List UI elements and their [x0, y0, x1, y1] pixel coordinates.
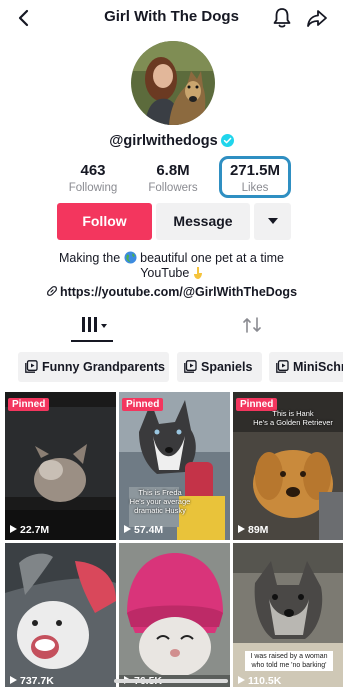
profile-link[interactable]: https://youtube.com/@GirlWithTheDogs: [0, 285, 343, 299]
bio-text-after: beautiful one pet at a time: [140, 251, 284, 265]
content-tabs: [0, 308, 343, 342]
playlist-chip-spaniels[interactable]: Spaniels: [177, 352, 262, 382]
play-icon: [238, 525, 245, 533]
video-view-count: 89M: [238, 524, 268, 536]
video-views-text: 57.4M: [134, 524, 164, 536]
stat-following[interactable]: 463 Following: [53, 162, 133, 196]
video-thumbnail[interactable]: Pinned This is Freda He's your average d…: [119, 392, 230, 540]
playlist-icon: [25, 360, 38, 373]
following-count: 463: [80, 162, 106, 179]
bell-icon[interactable]: [272, 7, 292, 29]
playlist-chip-label: MiniSchn: [293, 360, 343, 374]
avatar[interactable]: [131, 41, 215, 125]
bio-line-2: YouTube: [40, 265, 303, 281]
pinned-badge: Pinned: [8, 398, 50, 411]
video-thumbnail[interactable]: I was raised by a woman who told me 'no …: [233, 543, 343, 687]
profile-header: Girl With The Dogs: [0, 0, 343, 36]
likes-label: Likes: [241, 182, 269, 194]
video-views-text: 22.7M: [20, 524, 50, 536]
video-view-count: 110.5K: [238, 675, 281, 687]
tab-videos-grid-icon[interactable]: [82, 316, 110, 334]
video-caption: I was raised by a woman who told me 'no …: [245, 651, 333, 671]
play-icon: [10, 676, 17, 684]
video-thumbnail[interactable]: 76.5K: [119, 543, 230, 687]
video-caption: This is Freda He's your average dramatic…: [129, 488, 191, 515]
video-thumbnail[interactable]: Pinned This is Hank He's a Golden Retrie…: [233, 392, 343, 540]
playlist-chip-label: Spaniels: [201, 360, 253, 374]
video-views-text: 89M: [248, 524, 269, 536]
stat-followers[interactable]: 6.8M Followers: [133, 162, 213, 196]
playlist-icon: [276, 360, 289, 373]
follow-button[interactable]: Follow: [57, 203, 152, 240]
followers-count: 6.8M: [156, 162, 190, 179]
bio-youtube-text: YouTube: [140, 266, 190, 280]
username-text: @girlwithedogs: [109, 133, 218, 149]
followers-label: Followers: [148, 182, 198, 194]
video-caption: This is Hank He's a Golden Retriever: [253, 409, 333, 427]
pinned-badge: Pinned: [122, 398, 164, 411]
play-icon: [238, 676, 245, 684]
video-thumbnail-image: [119, 392, 230, 540]
caret-down-icon: [268, 218, 278, 224]
play-icon: [10, 525, 17, 533]
video-view-count: 57.4M: [124, 524, 163, 536]
active-tab-indicator: [71, 340, 113, 342]
pointing-down-emoji-icon: [193, 267, 202, 279]
playlist-chip-minischn[interactable]: MiniSchn: [269, 352, 343, 382]
avatar-photo: [131, 41, 215, 125]
video-thumbnail-image: [119, 543, 230, 687]
play-icon: [124, 525, 131, 533]
tab-repost-icon[interactable]: [242, 316, 262, 334]
playlist-icon: [184, 360, 197, 373]
username: @girlwithedogs: [0, 133, 343, 149]
share-arrow-icon[interactable]: [306, 7, 328, 29]
video-view-count: 22.7M: [10, 524, 49, 536]
more-options-button[interactable]: [254, 203, 291, 240]
link-icon: [46, 286, 57, 296]
video-views-text: 110.5K: [248, 675, 282, 687]
video-thumbnail[interactable]: Pinned 22.7M: [5, 392, 116, 540]
likes-count: 271.5M: [229, 162, 281, 179]
video-thumbnail-image: [5, 392, 116, 540]
verified-badge-icon: [220, 134, 234, 147]
globe-emoji-icon: [124, 251, 137, 264]
video-thumbnail[interactable]: 737.7K: [5, 543, 116, 687]
playlist-chip-label: Funny Grandparents: [42, 360, 165, 374]
bio-text-before: Making the: [59, 251, 121, 265]
playlist-chips: Funny Grandparents Spaniels MiniSchn: [0, 350, 343, 384]
playlist-chip-funny-grandparents[interactable]: Funny Grandparents: [18, 352, 169, 382]
following-label: Following: [68, 182, 118, 194]
bio-line-1: Making the beautiful one pet at a time: [40, 250, 303, 266]
video-views-text: 737.7K: [20, 675, 54, 687]
stat-likes[interactable]: 271.5M Likes: [215, 162, 295, 196]
profile-link-text: https://youtube.com/@GirlWithTheDogs: [59, 285, 298, 299]
video-view-count: 737.7K: [10, 675, 54, 687]
home-indicator: [114, 679, 228, 683]
video-thumbnail-image: [5, 543, 116, 687]
message-button[interactable]: Message: [156, 203, 250, 240]
